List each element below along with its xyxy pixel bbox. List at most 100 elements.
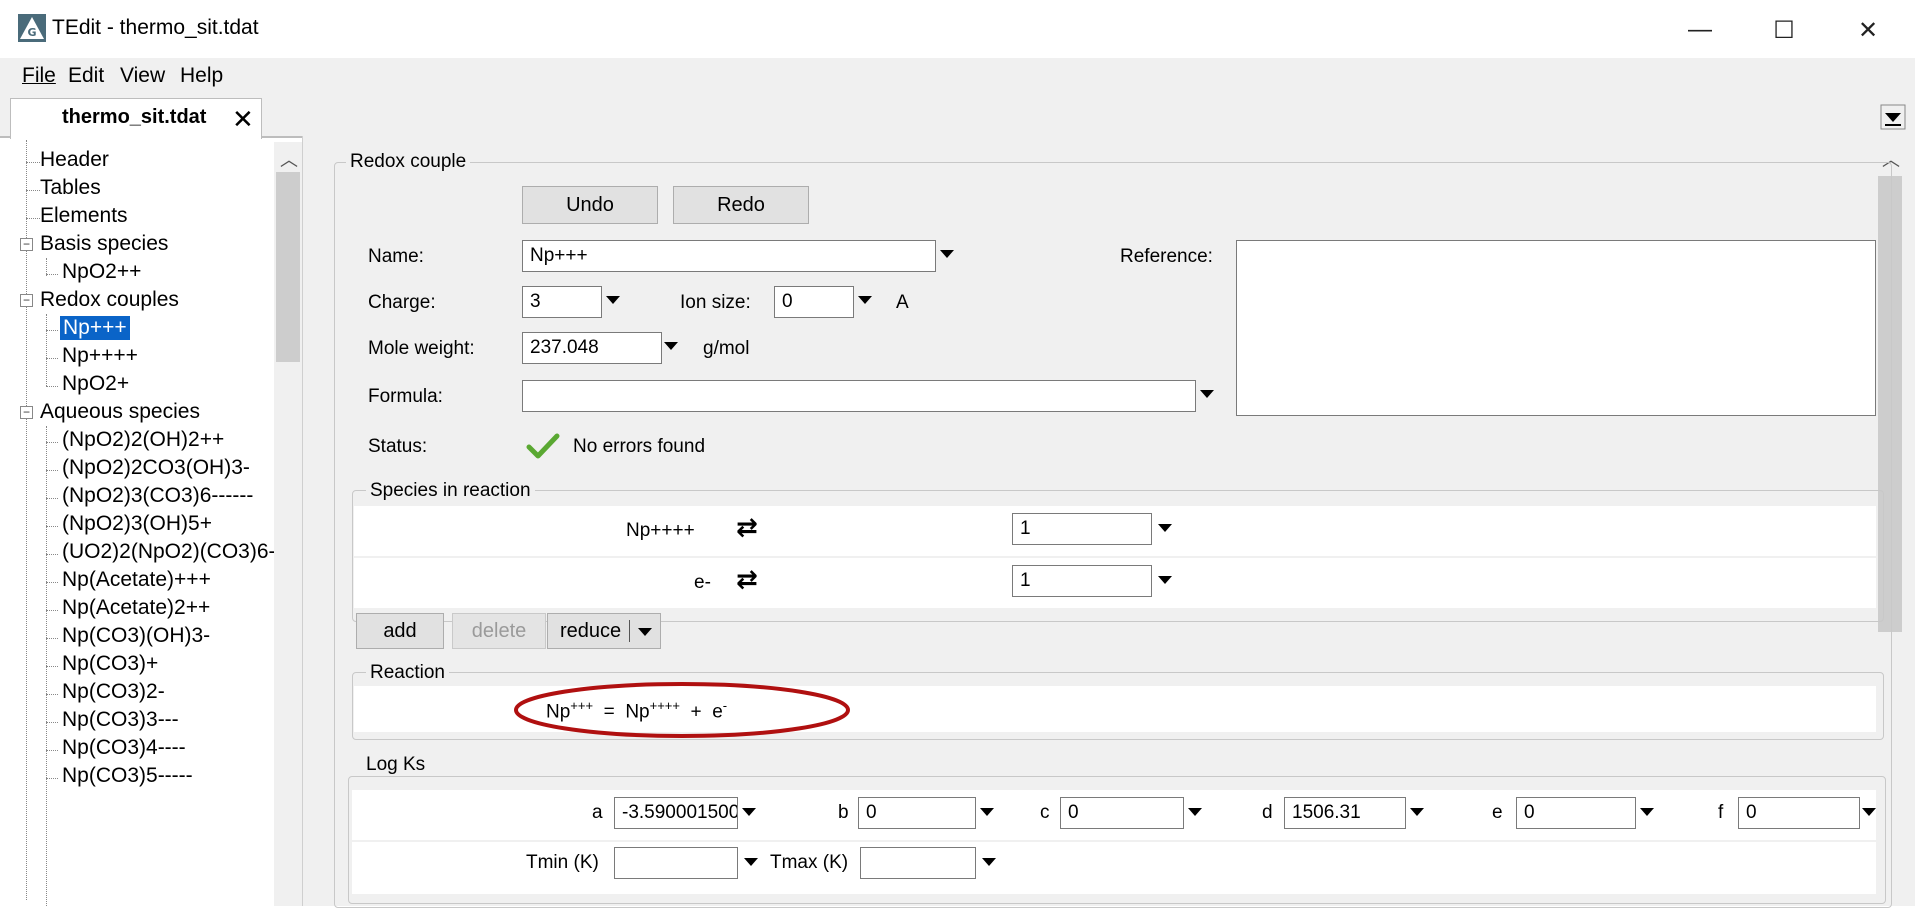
name-field[interactable]: Np+++ xyxy=(522,240,936,272)
coef-e-field[interactable]: 0 xyxy=(1516,797,1636,829)
coef-b-dropdown-icon[interactable] xyxy=(980,808,994,816)
coefficient-dropdown-icon[interactable] xyxy=(1158,576,1172,584)
coef-e-label: e xyxy=(1492,802,1503,823)
collapse-basis-species-icon[interactable]: − xyxy=(20,238,33,251)
tmax-dropdown-icon[interactable] xyxy=(982,858,996,866)
list-item[interactable]: Np(CO3)2- xyxy=(62,680,165,704)
window-title: TEdit - thermo_sit.tdat xyxy=(52,16,259,39)
formula-dropdown-icon[interactable] xyxy=(1200,390,1214,398)
menu-view-label: View xyxy=(120,64,166,87)
coef-f-label: f xyxy=(1718,802,1724,823)
charge-dropdown-icon[interactable] xyxy=(606,296,620,304)
menu-help[interactable]: Help xyxy=(180,64,223,88)
coefficient-field[interactable]: 1 xyxy=(1012,565,1152,597)
coef-f-dropdown-icon[interactable] xyxy=(1862,808,1876,816)
app-logo-icon: G xyxy=(18,14,46,42)
collapse-aqueous-species-icon[interactable]: − xyxy=(20,406,33,419)
tree-item-np3-selected[interactable]: Np+++ xyxy=(60,316,130,340)
name-dropdown-icon[interactable] xyxy=(940,250,954,258)
tmax-label: Tmax (K) xyxy=(770,852,849,873)
list-item[interactable]: (UO2)2(NpO2)(CO3)6- xyxy=(62,540,276,564)
tree-item-npo2pp[interactable]: NpO2++ xyxy=(62,260,141,284)
mole-weight-field[interactable]: 237.048 xyxy=(522,332,662,364)
coef-c-field[interactable]: 0 xyxy=(1060,797,1184,829)
tree-item-tables[interactable]: Tables xyxy=(40,176,101,200)
menu-edit[interactable]: Edit xyxy=(68,64,104,88)
tree-item-basis-species[interactable]: Basis species xyxy=(40,232,168,256)
species-in-reaction-title: Species in reaction xyxy=(366,480,535,502)
species-name-np4: Np++++ xyxy=(626,520,695,541)
menu-file[interactable]: File xyxy=(22,64,56,88)
swap-arrows-icon[interactable]: ⇄ xyxy=(736,564,758,595)
list-item[interactable]: Np(CO3)(OH)3- xyxy=(62,624,210,648)
status-label: Status: xyxy=(368,436,428,457)
coefficient-dropdown-icon[interactable] xyxy=(1158,524,1172,532)
tree-scroll-up-icon[interactable]: ︿ xyxy=(280,146,298,172)
list-item[interactable]: Np(Acetate)+++ xyxy=(62,568,211,592)
coef-d-field[interactable]: 1506.31 xyxy=(1284,797,1406,829)
tab-list-dropdown-icon[interactable] xyxy=(1880,104,1906,130)
formula-field[interactable] xyxy=(522,380,1196,412)
list-item[interactable]: (NpO2)3(CO3)6------ xyxy=(62,484,253,508)
mole-weight-dropdown-icon[interactable] xyxy=(664,342,678,350)
add-button[interactable]: add xyxy=(356,613,444,649)
list-item[interactable]: Np(CO3)5----- xyxy=(62,764,193,788)
redo-button[interactable]: Redo xyxy=(673,186,809,224)
tab-strip xyxy=(0,94,1915,138)
coef-c-dropdown-icon[interactable] xyxy=(1188,808,1202,816)
tree-item-npo2p[interactable]: NpO2+ xyxy=(62,372,129,396)
close-window-button[interactable]: ✕ xyxy=(1838,8,1898,52)
ion-size-field[interactable]: 0 xyxy=(774,286,854,318)
tmax-field[interactable] xyxy=(860,847,976,879)
status-text: No errors found xyxy=(573,436,706,457)
checkmark-icon xyxy=(526,433,560,459)
tab-close-icon[interactable]: ✕ xyxy=(232,104,254,135)
list-item[interactable]: Np(CO3)+ xyxy=(62,652,158,676)
tmin-field[interactable] xyxy=(614,847,738,879)
mole-weight-unit: g/mol xyxy=(703,338,750,359)
tree-scrollbar-thumb[interactable] xyxy=(276,172,300,362)
coefficient-field[interactable]: 1 xyxy=(1012,513,1152,545)
ion-size-dropdown-icon[interactable] xyxy=(858,296,872,304)
tmin-dropdown-icon[interactable] xyxy=(744,858,758,866)
formula-label: Formula: xyxy=(368,386,443,407)
tree-item-np4[interactable]: Np++++ xyxy=(62,344,138,368)
reaction-title: Reaction xyxy=(366,662,449,684)
menu-bar xyxy=(0,58,1915,95)
maximize-button[interactable]: ☐ xyxy=(1754,8,1814,52)
coef-a-label: a xyxy=(592,802,603,823)
list-item[interactable]: (NpO2)3(OH)5+ xyxy=(62,512,212,536)
delete-button[interactable]: delete xyxy=(452,613,546,649)
list-item[interactable]: Np(Acetate)2++ xyxy=(62,596,210,620)
list-item[interactable]: Np(CO3)4---- xyxy=(62,736,186,760)
minimize-button[interactable]: — xyxy=(1670,8,1730,52)
coef-e-dropdown-icon[interactable] xyxy=(1640,808,1654,816)
coef-d-dropdown-icon[interactable] xyxy=(1410,808,1424,816)
tree-item-header[interactable]: Header xyxy=(40,148,109,172)
coef-b-field[interactable]: 0 xyxy=(858,797,976,829)
ion-size-unit: A xyxy=(896,292,909,313)
list-item[interactable]: (NpO2)2CO3(OH)3- xyxy=(62,456,250,480)
coef-a-field[interactable]: -3.590001500 xyxy=(614,797,738,829)
ion-size-label: Ion size: xyxy=(680,292,751,313)
species-name-e: e- xyxy=(694,572,711,593)
coef-a-dropdown-icon[interactable] xyxy=(742,808,756,816)
tree-item-redox-couples[interactable]: Redox couples xyxy=(40,288,179,312)
reduce-dropdown-icon[interactable] xyxy=(638,628,652,636)
name-label: Name: xyxy=(368,246,424,267)
menu-view[interactable]: View xyxy=(120,64,165,88)
reduce-button[interactable]: reduce xyxy=(547,613,661,649)
charge-field[interactable]: 3 xyxy=(522,286,602,318)
collapse-redox-couples-icon[interactable]: − xyxy=(20,294,33,307)
reference-textarea[interactable] xyxy=(1236,240,1876,416)
swap-arrows-icon[interactable]: ⇄ xyxy=(736,512,758,543)
log-ks-title: Log Ks xyxy=(362,754,430,776)
tree-item-aqueous-species[interactable]: Aqueous species xyxy=(40,400,200,424)
list-item[interactable]: (NpO2)2(OH)2++ xyxy=(62,428,224,452)
undo-button[interactable]: Undo xyxy=(522,186,658,224)
tree-item-elements[interactable]: Elements xyxy=(40,204,128,228)
mole-weight-label: Mole weight: xyxy=(368,338,475,359)
coef-f-field[interactable]: 0 xyxy=(1738,797,1860,829)
list-item[interactable]: Np(CO3)3--- xyxy=(62,708,179,732)
coef-b-label: b xyxy=(838,802,849,823)
